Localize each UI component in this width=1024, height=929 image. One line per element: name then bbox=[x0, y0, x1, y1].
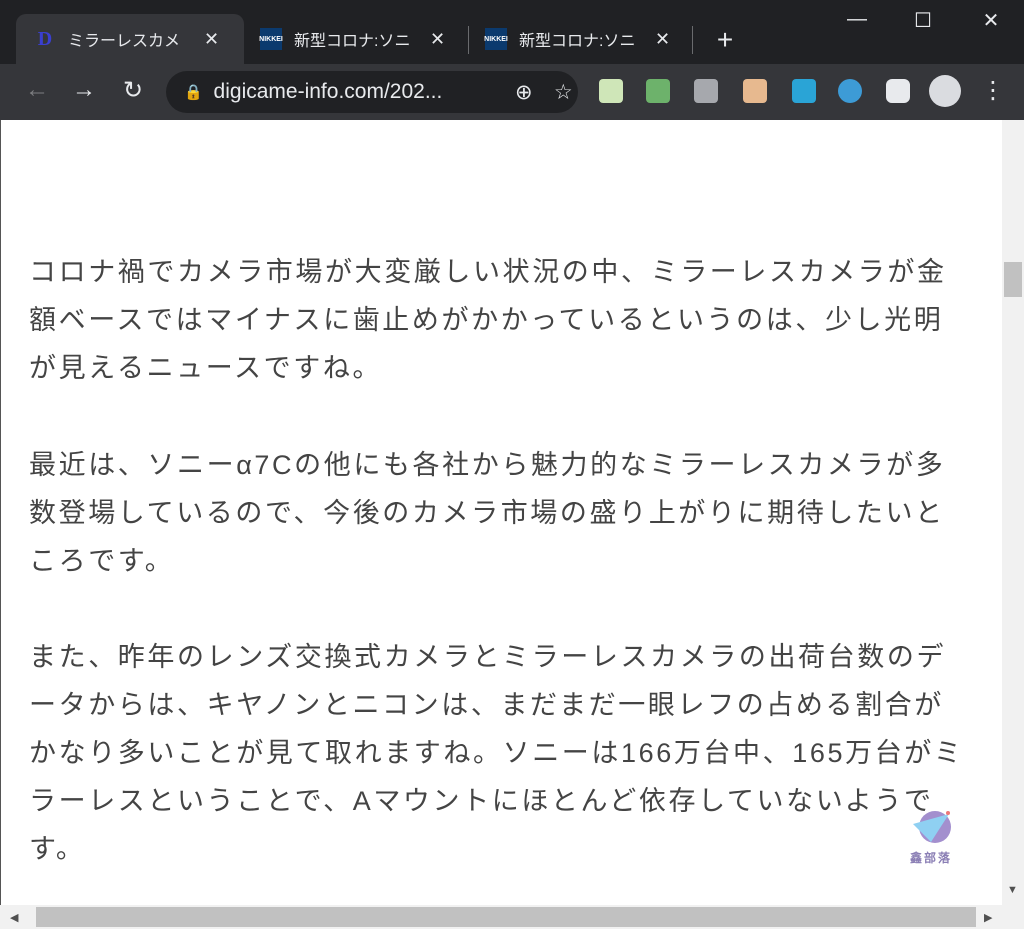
tab-divider bbox=[692, 26, 693, 54]
text-line: ータからは、キヤノンとニコンは、まだまだ一眼レフの占める割合が bbox=[29, 690, 944, 720]
new-tab-button[interactable]: + bbox=[710, 24, 740, 56]
watermark-text: 鑫部落 bbox=[909, 851, 952, 865]
digicame-favicon-icon: D bbox=[37, 27, 53, 50]
text-line: す。 bbox=[29, 834, 86, 864]
reload-button[interactable]: ↻ bbox=[118, 76, 148, 105]
tab-title: 新型コロナ:ソニ bbox=[519, 33, 636, 50]
extension-mail-icon[interactable] bbox=[646, 79, 670, 103]
profile-avatar[interactable] bbox=[929, 75, 961, 107]
extension-search-icon[interactable] bbox=[838, 79, 862, 103]
paragraph: コロナ禍でカメラ市場が大変厳しい状況の中、ミラーレスカメラが金 額ベースではマイ… bbox=[29, 248, 947, 392]
scroll-left-arrow-icon[interactable]: ◀ bbox=[10, 911, 18, 924]
menu-button[interactable]: ⋮ bbox=[978, 76, 1008, 105]
text-line: が見えるニュースですね。 bbox=[29, 353, 383, 383]
nikkei-favicon-icon: NIKKEI bbox=[259, 28, 283, 50]
tab[interactable]: NIKKEI 新型コロナ:ソニ ✕ bbox=[467, 14, 693, 64]
lock-icon: 🔒 bbox=[184, 84, 203, 101]
tab[interactable]: NIKKEI 新型コロナ:ソニ ✕ bbox=[242, 14, 468, 64]
extension-face-icon[interactable] bbox=[743, 79, 767, 103]
tab-close-icon[interactable]: ✕ bbox=[204, 29, 219, 50]
text-line: 額ベースではマイナスに歯止めがかかっているというのは、少し光明 bbox=[29, 305, 944, 335]
forward-button[interactable]: → bbox=[69, 76, 99, 104]
maximize-button[interactable]: ☐ bbox=[908, 8, 938, 33]
extension-notes-icon[interactable] bbox=[599, 79, 623, 103]
extension-code-icon[interactable] bbox=[694, 79, 718, 103]
toolbar: ← → ↻ 🔒 digicame-info.com/202... ⊕ ☆ ⋮ bbox=[0, 64, 1024, 120]
text-line: 数登場しているので、今後のカメラ市場の盛り上がりに期待したいと bbox=[29, 498, 945, 528]
text-line: 最近は、ソニーα7Cの他にも各社から魅力的なミラーレスカメラが多 bbox=[29, 450, 946, 480]
vertical-scrollbar[interactable] bbox=[1002, 120, 1024, 905]
text-line: また、昨年のレンズ交換式カメラとミラーレスカメラの出荷台数のデ bbox=[29, 642, 947, 672]
scroll-right-arrow-icon[interactable]: ▶ bbox=[984, 911, 992, 924]
tab-title: 新型コロナ:ソニ bbox=[294, 33, 411, 50]
text-line: ラーレスということで、Aマウントにほとんど依存していないようで bbox=[29, 786, 934, 816]
paragraph: 最近は、ソニーα7Cの他にも各社から魅力的なミラーレスカメラが多 数登場している… bbox=[29, 441, 945, 585]
bookmark-star-icon[interactable]: ☆ bbox=[548, 80, 578, 105]
vertical-scroll-thumb[interactable] bbox=[1004, 262, 1022, 297]
tab-active[interactable]: D ミラーレスカメ ✕ bbox=[16, 14, 244, 64]
extension-share-icon[interactable] bbox=[792, 79, 816, 103]
extensions-puzzle-icon[interactable] bbox=[886, 79, 910, 103]
zoom-icon[interactable]: ⊕ bbox=[499, 80, 548, 105]
text-line: コロナ禍でカメラ市場が大変厳しい状況の中、ミラーレスカメラが金 bbox=[29, 257, 947, 287]
text-line: かなり多いことが見て取れますね。ソニーは166万台中、165万台がミ bbox=[29, 738, 964, 768]
paper-plane-logo-icon bbox=[913, 811, 951, 843]
tab-title: ミラーレスカメ bbox=[68, 33, 181, 50]
tab-strip: D ミラーレスカメ ✕ NIKKEI 新型コロナ:ソニ ✕ NIKKEI 新型コ… bbox=[0, 0, 1024, 64]
horizontal-scroll-thumb[interactable] bbox=[36, 907, 976, 927]
scroll-down-arrow-icon[interactable]: ▼ bbox=[1007, 884, 1018, 896]
address-bar[interactable]: 🔒 digicame-info.com/202... ⊕ ☆ bbox=[166, 71, 578, 113]
minimize-button[interactable]: — bbox=[842, 8, 872, 31]
tab-close-icon[interactable]: ✕ bbox=[430, 29, 445, 50]
close-window-button[interactable]: ✕ bbox=[976, 8, 1006, 33]
tab-close-icon[interactable]: ✕ bbox=[655, 29, 670, 50]
nikkei-favicon-icon: NIKKEI bbox=[484, 28, 508, 50]
back-button[interactable]: ← bbox=[22, 76, 52, 104]
url-text[interactable]: digicame-info.com/202... bbox=[214, 80, 500, 104]
text-line: ころです。 bbox=[29, 546, 175, 576]
paragraph: また、昨年のレンズ交換式カメラとミラーレスカメラの出荷台数のデ ータからは、キヤ… bbox=[29, 633, 964, 873]
page-content: コロナ禍でカメラ市場が大変厳しい状況の中、ミラーレスカメラが金 額ベースではマイ… bbox=[0, 120, 1002, 905]
watermark-logo: 鑫部落 bbox=[906, 810, 956, 866]
